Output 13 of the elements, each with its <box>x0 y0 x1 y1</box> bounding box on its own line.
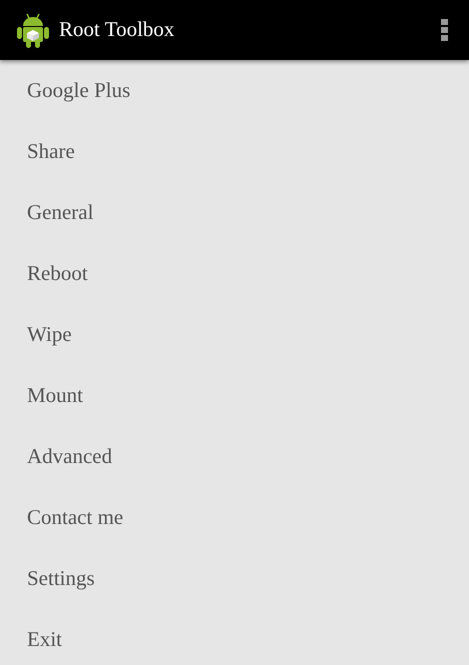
menu-item[interactable]: Contact me <box>0 487 469 548</box>
menu-item[interactable]: Settings <box>0 548 469 609</box>
menu-item[interactable]: Reboot <box>0 243 469 304</box>
menu-item[interactable]: Wipe <box>0 304 469 365</box>
menu-item[interactable]: Mount <box>0 365 469 426</box>
menu-item[interactable]: Google Plus <box>0 60 469 121</box>
overflow-menu-icon[interactable] <box>441 19 448 41</box>
menu-item[interactable]: Advanced <box>0 426 469 487</box>
menu-item[interactable]: Share <box>0 121 469 182</box>
app-title: Root Toolbox <box>59 16 174 44</box>
menu-item[interactable]: General <box>0 182 469 243</box>
menu-item[interactable]: Exit <box>0 609 469 665</box>
android-icon <box>17 12 49 48</box>
